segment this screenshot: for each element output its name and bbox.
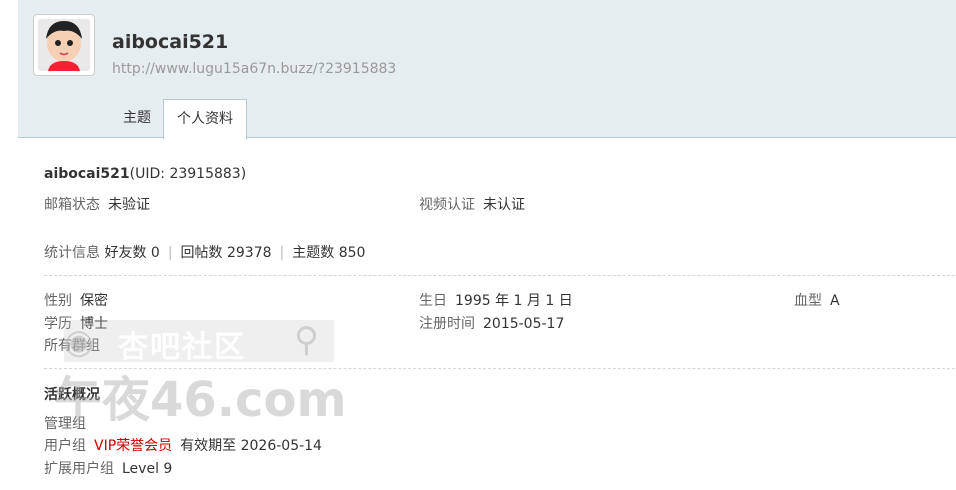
birthday-row: 生日 1995 年 1 月 1 日 xyxy=(419,290,573,310)
replies-count-link[interactable]: 回帖数 29378 xyxy=(181,245,272,261)
profile-header: aibocai521 http://www.lugu15a67n.buzz/?2… xyxy=(18,0,956,140)
user-group-value-link[interactable]: VIP荣誉会员 xyxy=(94,438,172,454)
video-verify-row: 视频认证 未认证 xyxy=(419,194,525,214)
groups-label: 所有群组 xyxy=(44,338,100,354)
education-value: 博士 xyxy=(80,316,108,332)
profile-name: aibocai521 xyxy=(44,166,130,182)
gender-value: 保密 xyxy=(80,293,108,309)
tab-profile[interactable]: 个人资料 xyxy=(163,99,247,140)
gender-row: 性别 保密 xyxy=(44,290,108,310)
register-time-label: 注册时间 xyxy=(419,316,475,332)
ext-group-value: Level 9 xyxy=(122,461,173,477)
separator: | xyxy=(167,245,173,261)
register-time-value: 2015-05-17 xyxy=(483,316,565,332)
blood-type-label: 血型 xyxy=(794,293,822,309)
user-group-row: 用户组 VIP荣誉会员 有效期至 2026-05-14 xyxy=(44,435,322,455)
avatar[interactable] xyxy=(33,14,95,76)
birthday-value: 1995 年 1 月 1 日 xyxy=(455,293,573,309)
stats-label: 统计信息 xyxy=(44,245,100,261)
education-label: 学历 xyxy=(44,316,72,332)
user-group-expiry: 有效期至 2026-05-14 xyxy=(180,438,322,454)
admin-group-row: 管理组 xyxy=(44,413,86,433)
ext-group-row: 扩展用户组 Level 9 xyxy=(44,458,172,478)
threads-count-link[interactable]: 主题数 850 xyxy=(292,245,365,261)
gender-label: 性别 xyxy=(44,293,72,309)
email-status-row: 邮箱状态 未验证 xyxy=(44,194,150,214)
header-username[interactable]: aibocai521 xyxy=(112,31,228,53)
avatar-image-icon xyxy=(38,19,90,71)
admin-group-label: 管理组 xyxy=(44,416,86,432)
profile-uid: (UID: 23915883) xyxy=(129,166,247,182)
video-verify-value: 未认证 xyxy=(483,197,525,213)
education-row: 学历 博士 xyxy=(44,313,108,333)
email-status-label: 邮箱状态 xyxy=(44,197,100,213)
divider xyxy=(44,368,955,369)
divider xyxy=(44,275,955,276)
user-group-label: 用户组 xyxy=(44,438,86,454)
blood-type-row: 血型 A xyxy=(794,290,840,310)
watermark-search-icon: ⚲ xyxy=(294,320,319,360)
left-edge xyxy=(0,0,1,490)
birthday-label: 生日 xyxy=(419,293,447,309)
register-time-row: 注册时间 2015-05-17 xyxy=(419,313,564,333)
activity-title: 活跃概况 xyxy=(44,387,100,403)
groups-row: 所有群组 xyxy=(44,335,100,355)
ext-group-label: 扩展用户组 xyxy=(44,461,114,477)
profile-url[interactable]: http://www.lugu15a67n.buzz/?23915883 xyxy=(112,61,396,77)
stats-row: 统计信息 好友数 0 | 回帖数 29378 | 主题数 850 xyxy=(44,242,365,262)
friends-count-link[interactable]: 好友数 0 xyxy=(104,245,159,261)
email-status-value: 未验证 xyxy=(108,197,150,213)
video-verify-label: 视频认证 xyxy=(419,197,475,213)
profile-tabs: 主题 个人资料 xyxy=(111,99,247,140)
watermark-line1: 杏吧社区 xyxy=(118,330,246,365)
blood-type-value: A xyxy=(830,293,840,309)
profile-title: aibocai521(UID: 23915883) xyxy=(44,166,246,182)
tab-threads[interactable]: 主题 xyxy=(111,99,163,137)
separator: | xyxy=(279,245,285,261)
